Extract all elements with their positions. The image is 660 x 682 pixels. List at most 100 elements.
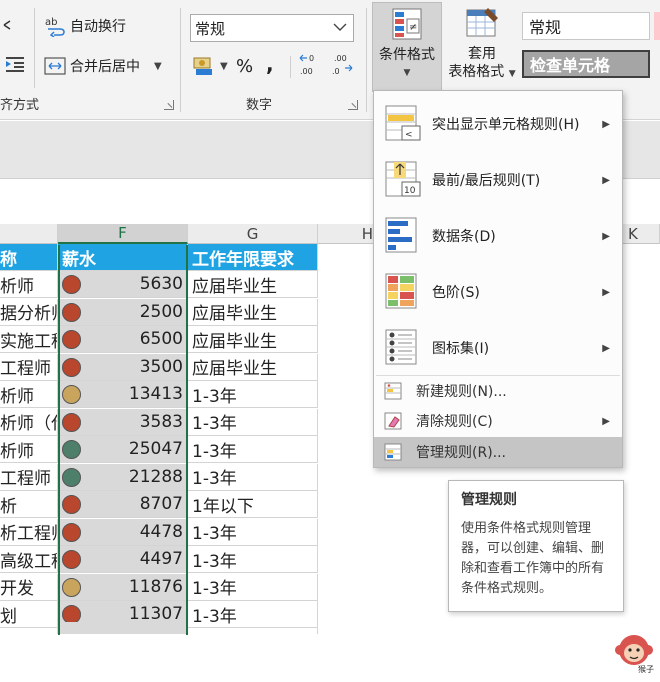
years-cell[interactable]: 1-3年 (188, 518, 318, 546)
decrease-decimal-icon: .00.0 (332, 54, 353, 76)
column-header-f[interactable]: F (58, 224, 188, 244)
menu-item-manage-rules[interactable]: 管理规则(R)... (374, 437, 622, 467)
decrease-decimal-button[interactable]: .00.0 (328, 52, 354, 78)
style-check-cell[interactable]: 检查单元格 (522, 50, 650, 78)
years-cell[interactable]: 1年以下 (188, 491, 318, 518)
indent-increase-icon[interactable] (4, 54, 26, 74)
tooltip-title: 管理规则 (461, 492, 517, 508)
svg-text:ab: ab (45, 17, 57, 28)
merge-center-button[interactable]: 合并后居中 ▼ (44, 54, 162, 78)
years-cell[interactable]: 应届毕业生 (188, 271, 318, 298)
column-header-h[interactable]: H (318, 224, 378, 244)
percent-button[interactable]: % (236, 54, 253, 78)
menu-item-color-scales[interactable]: 色阶(S) ▶ (374, 265, 622, 319)
salary-cell[interactable]: 4478 (58, 518, 188, 546)
alignment-launcher-icon[interactable] (164, 100, 174, 110)
conditional-format-button[interactable]: ≠ 条件格式 ▼ (372, 2, 442, 92)
title-cell[interactable]: 工程师 (0, 463, 58, 491)
years-cell[interactable]: 1-3年 (188, 546, 318, 573)
years-cell[interactable]: 应届毕业生 (188, 298, 318, 326)
salary-cell[interactable]: 13413 (58, 381, 188, 408)
salary-cell[interactable]: 6500 (58, 326, 188, 353)
years-cell[interactable]: 1-3年 (188, 436, 318, 463)
menu-item-data-bars[interactable]: 数据条(D) ▶ (374, 209, 622, 263)
wrap-text-button[interactable]: ab 自动换行 (44, 14, 126, 38)
manage-rules-icon (384, 443, 402, 461)
wrap-text-label: 自动换行 (70, 19, 126, 35)
svg-text:0: 0 (309, 54, 314, 63)
percent-label: % (236, 55, 254, 77)
salary-cell[interactable]: 3500 (58, 353, 188, 381)
currency-dropdown-icon[interactable]: ▼ (220, 61, 228, 72)
years-cell[interactable]: 应届毕业生 (188, 353, 318, 381)
title-cell[interactable]: 高级工程 (0, 546, 58, 573)
salary-value: 25047 (128, 439, 183, 459)
monkey-logo-watermark: 猴子 (612, 632, 656, 678)
number-format-select[interactable]: 常规 (190, 14, 354, 42)
header-cell-years[interactable]: 工作年限要求 (188, 244, 318, 271)
column-header-k[interactable]: K (620, 224, 660, 244)
salary-cell[interactable]: 2500 (58, 298, 188, 326)
title-cell[interactable]: 实施工程 (0, 326, 58, 353)
salary-value: 5630 (139, 274, 183, 294)
menu-item-icon-sets[interactable]: 图标集(I) ▶ (374, 321, 622, 375)
traffic-light-icon (62, 550, 81, 569)
years-cell-partial[interactable] (188, 622, 318, 634)
menu-item-clear-rules[interactable]: 清除规则(C) ▶ (374, 406, 622, 436)
top-bottom-rules-icon: 10 (385, 161, 421, 197)
svg-text:.0: .0 (332, 67, 340, 76)
salary-cell[interactable]: 5630 (58, 271, 188, 298)
title-cell[interactable]: 析师（代 (0, 408, 58, 436)
salary-cell[interactable]: 25047 (58, 436, 188, 463)
salary-value: 4497 (139, 549, 183, 569)
menu-item-top-bottom-rules[interactable]: 10 最前/最后规则(T) ▶ (374, 153, 622, 207)
salary-cell[interactable]: 4497 (58, 546, 188, 573)
format-as-table-button[interactable]: 套用 表格格式 ▼ (444, 2, 520, 92)
title-cell[interactable]: 据分析师 (0, 298, 58, 326)
chevron-down-icon: ▼ (508, 69, 516, 79)
years-cell[interactable]: 1-3年 (188, 381, 318, 408)
title-cell[interactable]: 开发 (0, 573, 58, 601)
salary-cell[interactable]: 8707 (58, 491, 188, 518)
years-cell[interactable]: 应届毕业生 (188, 326, 318, 353)
salary-cell-partial[interactable] (58, 622, 188, 634)
title-cell[interactable]: 析师 (0, 381, 58, 408)
accounting-format-button[interactable]: ▼ (192, 54, 228, 78)
style-normal[interactable]: 常规 (522, 12, 650, 40)
number-launcher-icon[interactable] (348, 100, 358, 110)
submenu-arrow-icon: ▶ (602, 174, 610, 186)
title-cell[interactable]: 析师 (0, 271, 58, 298)
years-cell[interactable]: 1-3年 (188, 408, 318, 436)
table-row-partial[interactable] (0, 622, 58, 634)
years-cell[interactable]: 1-3年 (188, 463, 318, 491)
traffic-light-icon (62, 577, 81, 597)
salary-cell[interactable]: 3583 (58, 408, 188, 436)
style-bad-swatch[interactable] (654, 12, 660, 40)
menu-item-new-rule[interactable]: 新建规则(N)... (374, 376, 622, 406)
format-as-table-icon (466, 8, 498, 37)
separator (180, 8, 181, 112)
format-as-table-label-1: 套用 (468, 46, 496, 62)
comma-style-button[interactable]: , (266, 52, 274, 76)
title-cell[interactable]: 析工程师 (0, 518, 58, 546)
merge-dropdown-chevron-icon[interactable]: ▼ (154, 61, 162, 72)
data-bars-icon (385, 217, 417, 253)
salary-cell[interactable]: 21288 (58, 463, 188, 491)
header-cell-salary[interactable]: 薪水 (58, 244, 188, 271)
header-cell-title[interactable]: 称 (0, 244, 58, 271)
indent-decrease-icon[interactable] (0, 18, 16, 32)
title-cell[interactable]: 工程师 (0, 353, 58, 381)
column-header-g[interactable]: G (188, 224, 318, 244)
title-cell[interactable]: 析师 (0, 436, 58, 463)
menu-item-highlight-rules[interactable]: < 突出显示单元格规则(H) ▶ (374, 97, 622, 151)
traffic-light-icon (62, 385, 81, 404)
column-header-e[interactable] (0, 224, 58, 244)
title-cell[interactable]: 析 (0, 491, 58, 518)
years-cell[interactable]: 1-3年 (188, 573, 318, 601)
conditional-format-icon: ≠ (392, 8, 422, 40)
submenu-arrow-icon: ▶ (602, 286, 610, 298)
salary-value: 3500 (139, 356, 183, 377)
tooltip: 管理规则 使用条件格式规则管理器，可以创建、编辑、删除和查看工作簿中的所有条件格… (448, 480, 624, 612)
increase-decimal-button[interactable]: 0.00 (298, 52, 324, 78)
salary-cell[interactable]: 11876 (58, 573, 188, 601)
